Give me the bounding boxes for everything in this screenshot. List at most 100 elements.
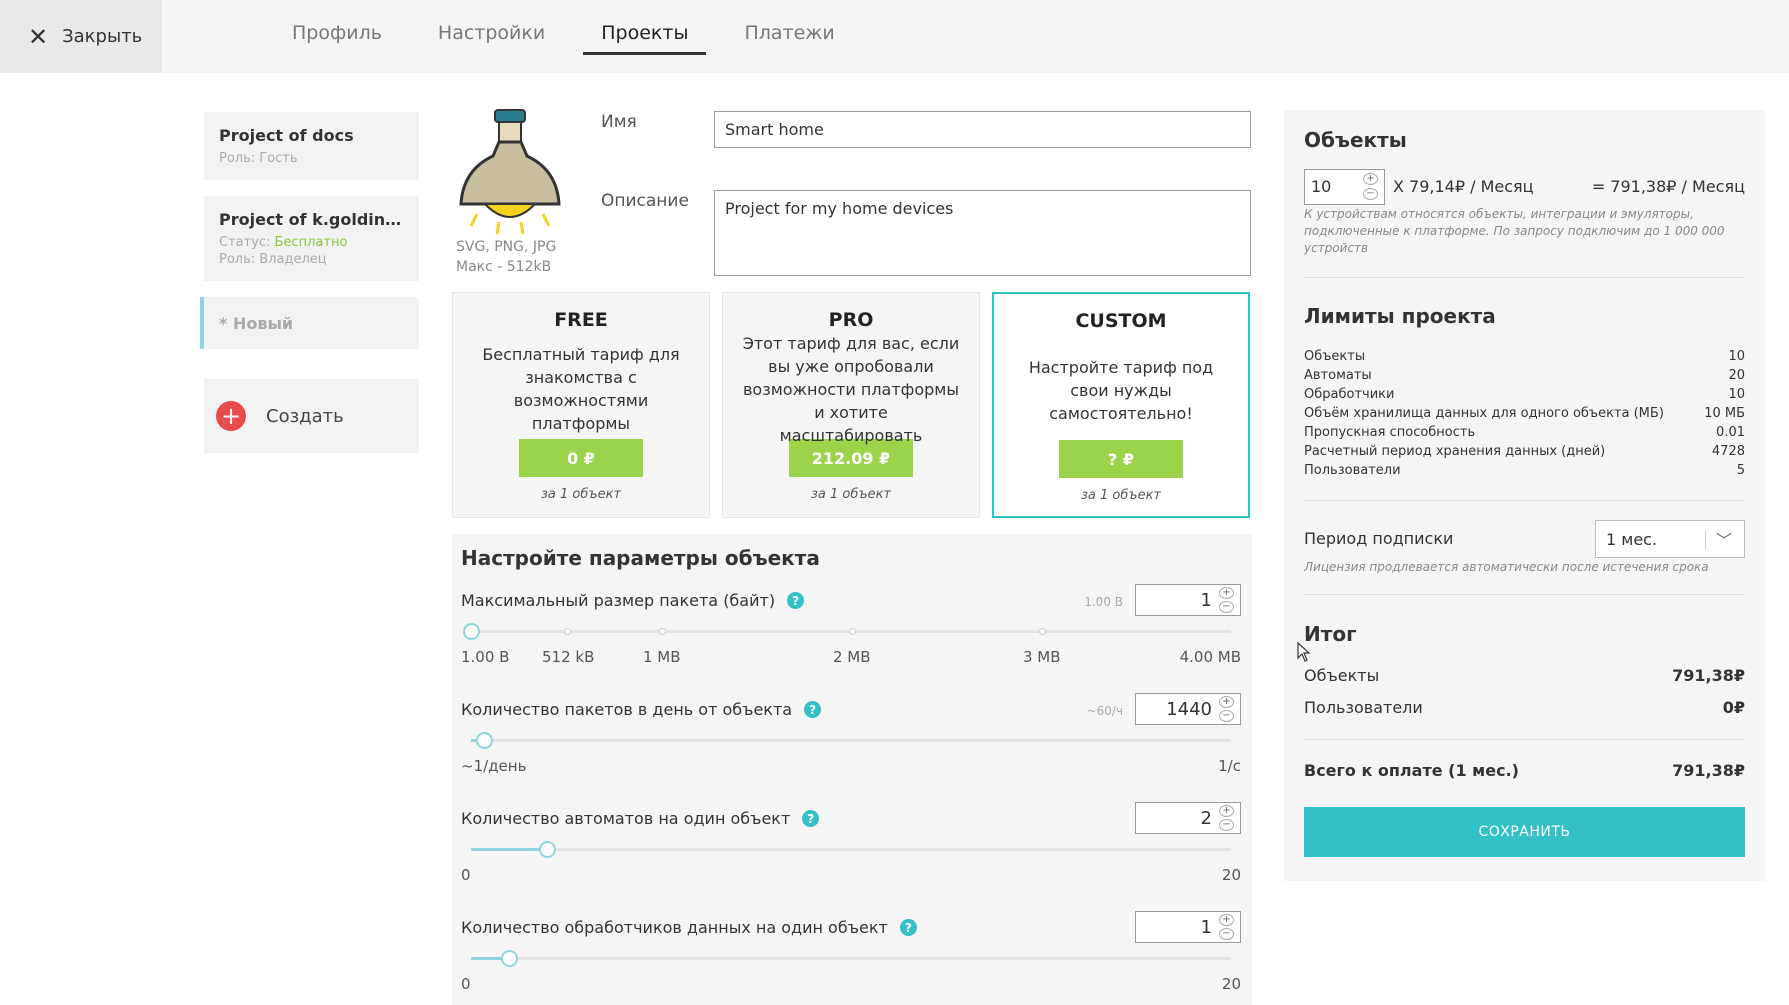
stepper-value: 1440 (1166, 699, 1212, 720)
project-card[interactable]: Project of k.goldinova... Статус: Беспла… (204, 196, 419, 281)
save-button[interactable]: СОХРАНИТЬ (1304, 807, 1745, 857)
param-hint: ~60/ч (1086, 704, 1123, 718)
limit-label: Расчетный период хранения данных (дней) (1304, 444, 1606, 459)
objects-count-stepper[interactable]: 10 + − (1304, 169, 1385, 205)
create-project-button[interactable]: + Создать (204, 379, 419, 453)
create-label: Создать (266, 405, 344, 427)
packet-size-stepper[interactable]: 1 + − (1135, 584, 1241, 616)
period-label: Период подписки (1304, 529, 1454, 548)
help-icon[interactable]: ? (899, 919, 917, 936)
divider (1304, 277, 1745, 278)
handlers-stepper[interactable]: 1 + − (1135, 911, 1241, 943)
tick-label: 1/с (1218, 757, 1241, 775)
tick-label: 512 kB (542, 648, 595, 666)
increment-icon[interactable]: + (1219, 587, 1234, 599)
plan-name: PRO (828, 309, 874, 331)
plan-card-custom[interactable]: CUSTOM Настройте тариф под свои нужды са… (992, 292, 1250, 518)
packets-per-day-stepper[interactable]: 1440 + − (1135, 693, 1241, 725)
help-icon[interactable]: ? (787, 592, 805, 609)
increment-icon[interactable]: + (1219, 914, 1234, 926)
limit-value: 20 (1728, 368, 1745, 383)
project-role: Роль: Владелец (219, 252, 327, 267)
tick-label: 0 (461, 866, 471, 884)
automata-stepper[interactable]: 2 + − (1135, 802, 1241, 834)
decrement-icon[interactable]: − (1219, 928, 1234, 940)
limit-value: 5 (1736, 463, 1745, 478)
project-card[interactable]: Project of docs Роль: Гость (204, 112, 419, 180)
new-project-item[interactable]: * Новый (200, 297, 419, 349)
grand-total-value: 791,38₽ (1672, 761, 1745, 780)
tab-settings[interactable]: Настройки (420, 0, 563, 55)
period-select[interactable]: 1 мес. ﹀ (1595, 520, 1745, 558)
plan-per-unit: за 1 объект (811, 487, 891, 502)
divider (1304, 739, 1745, 740)
stepper-value: 10 (1311, 177, 1332, 196)
decrement-icon[interactable]: − (1219, 819, 1234, 831)
tick-label: 4.00 MB (1179, 648, 1241, 666)
slider-knob[interactable] (539, 841, 556, 858)
decrement-icon[interactable]: − (1219, 601, 1234, 613)
project-role: Роль: Гость (219, 151, 298, 166)
name-input[interactable]: Smart home (714, 111, 1251, 148)
increment-icon[interactable]: + (1219, 696, 1234, 708)
slider-knob[interactable] (501, 950, 518, 967)
param-label: Количество пакетов в день от объекта (461, 700, 793, 719)
objects-price-total: = 791,38₽ / Месяц (1591, 177, 1745, 196)
close-icon: ✕ (28, 22, 49, 51)
limits-title: Лимиты проекта (1304, 304, 1496, 328)
project-title: Project of docs (219, 126, 354, 145)
status-value: Бесплатно (274, 235, 348, 250)
stepper-value: 2 (1200, 808, 1212, 829)
plan-card-pro[interactable]: PRO Этот тариф для вас, если вы уже опро… (722, 292, 980, 518)
increment-icon[interactable]: + (1363, 173, 1378, 185)
limit-label: Объём хранилища данных для одного объект… (1304, 406, 1664, 421)
limit-label: Автоматы (1304, 368, 1372, 383)
params-title: Настройте параметры объекта (461, 546, 820, 570)
param-automata: Количество автоматов на один объект? 2 + −… (461, 802, 1241, 884)
limit-row: Пропускная способность 0.01 (1304, 423, 1745, 442)
slider-knob[interactable] (475, 732, 493, 749)
plan-card-free[interactable]: FREE Бесплатный тариф для знакомства с в… (452, 292, 710, 518)
limit-label: Пользователи (1304, 463, 1401, 478)
total-title: Итог (1304, 622, 1357, 646)
increment-icon[interactable]: + (1219, 805, 1234, 817)
plan-price-button[interactable]: 0 ₽ (519, 439, 643, 477)
avatar-formats: SVG, PNG, JPG (456, 239, 557, 255)
objects-note: К устройствам относятся объекты, интегра… (1304, 207, 1725, 255)
total-row: Пользователи 0₽ (1304, 698, 1745, 717)
decrement-icon[interactable]: − (1363, 188, 1378, 200)
slider-tick-dot (659, 628, 666, 635)
plan-description: Этот тариф для вас, если вы уже опробова… (742, 333, 960, 445)
project-avatar-lamp-icon[interactable] (455, 108, 570, 238)
tab-payments[interactable]: Платежи (726, 0, 852, 55)
limit-row: Расчетный период хранения данных (дней) 4… (1304, 442, 1745, 461)
slider-track[interactable] (471, 950, 1231, 967)
tab-projects[interactable]: Проекты (583, 0, 707, 55)
plan-name: CUSTOM (1075, 310, 1167, 332)
slider-track[interactable] (463, 623, 1231, 640)
param-label: Количество автоматов на один объект (461, 809, 791, 828)
divider (1304, 594, 1745, 595)
help-icon[interactable]: ? (804, 701, 822, 718)
total-row: Объекты 791,38₽ (1304, 666, 1745, 685)
divider (1304, 500, 1745, 501)
slider-knob[interactable] (463, 623, 480, 640)
limit-row: Автоматы 20 (1304, 366, 1745, 385)
avatar-note: SVG, PNG, JPG Макс - 512kB (456, 237, 556, 277)
close-button[interactable]: ✕ Закрыть (0, 0, 162, 73)
plus-icon: + (216, 401, 246, 431)
grand-total-label: Всего к оплате (1 мес.) (1304, 761, 1519, 780)
decrement-icon[interactable]: − (1219, 710, 1234, 722)
plan-name: FREE (554, 309, 608, 331)
tab-profile[interactable]: Профиль (274, 0, 400, 55)
slider-track[interactable] (471, 841, 1231, 858)
slider-tick-dot (1039, 628, 1046, 635)
help-icon[interactable]: ? (802, 810, 820, 827)
plan-cards: FREE Бесплатный тариф для знакомства с в… (452, 292, 1252, 518)
description-textarea[interactable]: Project for my home devices (714, 190, 1251, 276)
plan-price-button[interactable]: ? ₽ (1059, 440, 1183, 478)
avatar-max-size: Макс - 512kB (456, 259, 552, 275)
slider-track[interactable] (471, 732, 1231, 749)
tick-label: ~1/день (461, 757, 527, 775)
tick-label: 3 MB (1023, 648, 1061, 666)
